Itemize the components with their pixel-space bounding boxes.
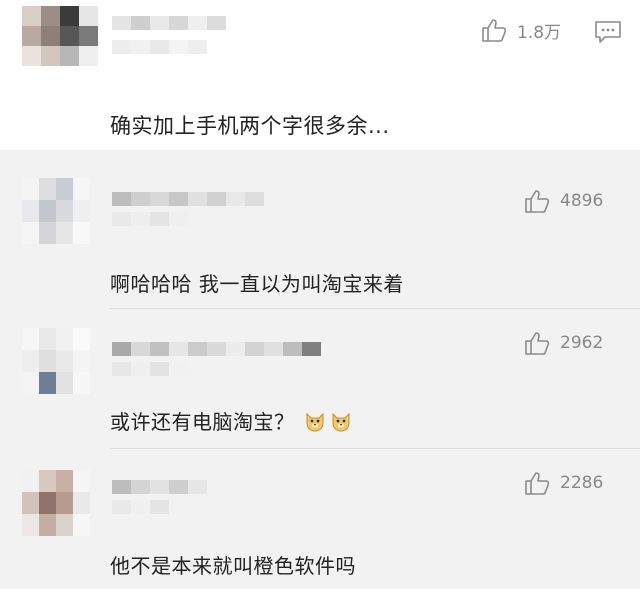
like-count: 2286 bbox=[560, 473, 604, 493]
thumbs-up-icon bbox=[525, 190, 550, 213]
doge-emoji-icon bbox=[332, 412, 350, 432]
like-count: 1.8万 bbox=[517, 22, 562, 43]
like-button[interactable]: 2962 bbox=[524, 330, 603, 356]
comment-bubble-icon[interactable] bbox=[594, 20, 622, 44]
reply-list: 4896 啊哈哈哈 我一直以为叫淘宝来着 2962 或许还有电脑淘宝？ 2286… bbox=[0, 150, 640, 589]
username-blurred-line2 bbox=[112, 362, 188, 376]
divider bbox=[110, 308, 640, 309]
reply-text: 啊哈哈哈 我一直以为叫淘宝来着 bbox=[110, 272, 404, 296]
thumbs-up-icon bbox=[482, 19, 507, 42]
reply-text: 他不是本来就叫橙色软件吗 bbox=[110, 554, 356, 578]
doge-emoji-icon bbox=[306, 412, 324, 432]
username-blurred-line2 bbox=[112, 500, 169, 514]
like-button[interactable]: 1.8万 bbox=[481, 17, 561, 43]
username-blurred[interactable] bbox=[112, 342, 321, 356]
thumbs-up-icon bbox=[525, 472, 550, 495]
username-blurred-line2 bbox=[112, 212, 188, 226]
comment-text: 确实加上手机两个字很多余... bbox=[110, 114, 390, 138]
username-blurred-line2 bbox=[112, 40, 207, 54]
like-count: 4896 bbox=[560, 191, 604, 211]
avatar[interactable] bbox=[22, 178, 90, 244]
avatar[interactable] bbox=[22, 470, 90, 536]
username-blurred[interactable] bbox=[112, 16, 226, 30]
username-blurred[interactable] bbox=[112, 480, 207, 494]
like-button[interactable]: 2286 bbox=[524, 470, 603, 496]
divider bbox=[110, 448, 640, 449]
avatar[interactable] bbox=[22, 6, 98, 66]
thumbs-up-icon bbox=[525, 332, 550, 355]
like-button[interactable]: 4896 bbox=[524, 188, 603, 214]
like-count: 2962 bbox=[560, 333, 604, 353]
username-blurred[interactable] bbox=[112, 192, 264, 206]
reply-text-content: 或许还有电脑淘宝？ bbox=[110, 410, 295, 434]
avatar[interactable] bbox=[22, 328, 90, 394]
reply-text: 或许还有电脑淘宝？ bbox=[110, 406, 353, 435]
main-comment: 1.8万 确实加上手机两个字很多余... bbox=[0, 0, 640, 150]
